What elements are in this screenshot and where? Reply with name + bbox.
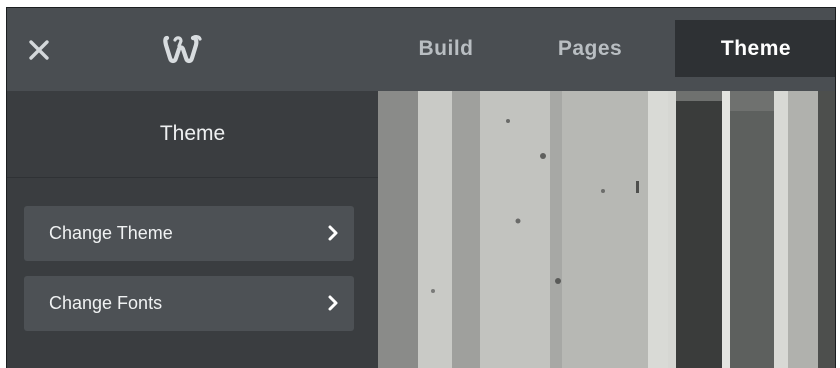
tab-build[interactable]: Build: [391, 20, 501, 77]
top-bar: Build Pages Theme: [7, 8, 835, 91]
sidebar-title: Theme: [7, 91, 378, 178]
close-button[interactable]: [25, 36, 53, 64]
change-fonts-label: Change Fonts: [49, 293, 163, 313]
editor-window: Build Pages Theme Theme Change Theme Cha…: [6, 7, 836, 368]
tab-theme-label: Theme: [720, 36, 792, 60]
tab-build-label: Build: [418, 36, 474, 60]
photo-preview: [378, 91, 835, 368]
tab-pages[interactable]: Pages: [517, 20, 663, 77]
change-theme-button[interactable]: Change Theme: [24, 206, 354, 261]
close-icon: [29, 40, 49, 60]
theme-sidebar: Theme Change Theme Change Fonts: [7, 91, 378, 368]
tab-pages-label: Pages: [557, 36, 623, 60]
change-theme-label: Change Theme: [49, 223, 173, 243]
change-fonts-button[interactable]: Change Fonts: [24, 276, 354, 331]
weebly-logo-icon[interactable]: [162, 32, 206, 66]
chevron-right-icon: [328, 225, 338, 241]
tab-theme[interactable]: Theme: [675, 20, 835, 77]
site-preview[interactable]: [378, 91, 835, 368]
chevron-right-icon: [328, 295, 338, 311]
